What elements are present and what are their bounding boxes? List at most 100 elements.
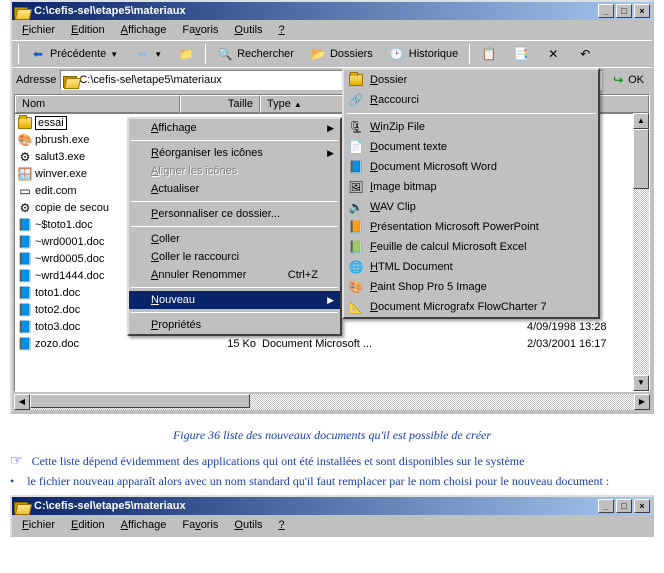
wav-icon: 🔊 bbox=[348, 199, 364, 215]
maximize-button[interactable]: □ bbox=[616, 499, 632, 513]
new-item[interactable]: 🔊WAV Clip bbox=[344, 197, 598, 217]
submenu-arrow-icon: ▶ bbox=[327, 295, 334, 306]
scroll-right-button[interactable]: ▶ bbox=[634, 394, 650, 410]
ctx-item[interactable]: Personnaliser ce dossier... bbox=[129, 205, 340, 223]
psp-icon: 🎨 bbox=[348, 279, 364, 295]
new-item-label: Dossier bbox=[370, 74, 407, 86]
move-to-button[interactable]: 📋 bbox=[474, 43, 504, 65]
ctx-item[interactable]: Affichage▶ bbox=[129, 119, 340, 137]
menu-outils[interactable]: Outils bbox=[228, 22, 268, 38]
file-type: Document Microsoft ... bbox=[262, 338, 527, 350]
scroll-thumb[interactable] bbox=[633, 129, 649, 189]
move-to-icon: 📋 bbox=[481, 46, 497, 62]
col-name[interactable]: Nom bbox=[15, 95, 180, 113]
minimize-button[interactable]: _ bbox=[598, 499, 614, 513]
new-item[interactable]: 🌐HTML Document bbox=[344, 257, 598, 277]
titlebar[interactable]: C:\cefis-sel\etape5\materiaux _ □ × bbox=[12, 2, 652, 20]
new-item[interactable]: 📘Document Microsoft Word bbox=[344, 157, 598, 177]
scroll-left-button[interactable]: ◀ bbox=[14, 394, 30, 410]
xls-icon: 📗 bbox=[348, 239, 364, 255]
folder-icon bbox=[17, 115, 33, 131]
scroll-up-button[interactable]: ▲ bbox=[633, 113, 649, 129]
scroll-thumb-h[interactable] bbox=[30, 394, 250, 408]
ctx-item[interactable]: Nouveau▶ bbox=[129, 291, 340, 309]
ctx-item[interactable]: Réorganiser les icônes▶ bbox=[129, 144, 340, 162]
new-item[interactable]: 🖼 Image bitmap bbox=[344, 177, 598, 197]
explorer-window-2: C:\cefis-sel\etape5\materiaux _ □ × Fich… bbox=[10, 495, 654, 537]
new-item[interactable]: 🎨Paint Shop Pro 5 Image bbox=[344, 277, 598, 297]
folder-open-icon bbox=[63, 72, 79, 88]
go-button[interactable]: ↪ OK bbox=[606, 72, 648, 88]
menu-edition[interactable]: Edition bbox=[65, 22, 111, 38]
forward-button[interactable]: ➡ ▼ bbox=[127, 43, 169, 65]
history-button[interactable]: 🕑 Historique bbox=[382, 43, 466, 65]
close-button[interactable]: × bbox=[634, 4, 650, 18]
undo-button[interactable]: ↶ bbox=[570, 43, 600, 65]
menu-help[interactable]: ? bbox=[273, 517, 291, 533]
new-item-label: Document texte bbox=[370, 141, 447, 153]
close-button[interactable]: × bbox=[634, 499, 650, 513]
bullet-icon: • bbox=[10, 474, 14, 488]
minimize-button[interactable]: _ bbox=[598, 4, 614, 18]
new-item[interactable]: 🔗Raccourci bbox=[344, 90, 598, 110]
new-item-label: Image bitmap bbox=[370, 181, 437, 193]
address-label: Adresse bbox=[16, 74, 56, 86]
new-item-label: Document Micrografx FlowCharter 7 bbox=[370, 301, 547, 313]
new-item[interactable]: 📄Document texte bbox=[344, 137, 598, 157]
menu-favoris[interactable]: Favoris bbox=[176, 517, 224, 533]
word-icon: 📘 bbox=[17, 234, 33, 250]
file-name: winver.exe bbox=[35, 168, 87, 180]
new-item[interactable]: Dossier bbox=[344, 70, 598, 90]
file-name: ~wrd0005.doc bbox=[35, 253, 104, 265]
go-label: OK bbox=[628, 74, 644, 86]
scroll-down-button[interactable]: ▼ bbox=[633, 375, 649, 391]
menu-edition[interactable]: Edition bbox=[65, 517, 111, 533]
new-item[interactable]: 📗Feuille de calcul Microsoft Excel bbox=[344, 237, 598, 257]
menu-affichage[interactable]: Affichage bbox=[115, 22, 173, 38]
menu-fichier[interactable]: Fichier bbox=[16, 22, 61, 38]
menu-outils[interactable]: Outils bbox=[228, 517, 268, 533]
file-name: zozo.doc bbox=[35, 338, 79, 350]
copy-to-button[interactable]: 📑 bbox=[506, 43, 536, 65]
ctx-item[interactable]: Coller bbox=[129, 230, 340, 248]
ctx-item[interactable]: Annuler RenommerCtrl+Z bbox=[129, 266, 340, 284]
search-label: Rechercher bbox=[237, 48, 294, 60]
new-item[interactable]: 🗜WinZip File bbox=[344, 117, 598, 137]
file-name: ~wrd1444.doc bbox=[35, 270, 104, 282]
menu-affichage[interactable]: Affichage bbox=[115, 517, 173, 533]
menu-help[interactable]: ? bbox=[273, 22, 291, 38]
menu-favoris[interactable]: Favoris bbox=[176, 22, 224, 38]
paint-icon: 🎨 bbox=[17, 132, 33, 148]
menu-fichier[interactable]: Fichier bbox=[16, 517, 61, 533]
file-date: 4/09/1998 13:28 bbox=[527, 321, 647, 333]
ctx-item[interactable]: Coller le raccourci bbox=[129, 248, 340, 266]
delete-button[interactable]: ✕ bbox=[538, 43, 568, 65]
search-button[interactable]: 🔍 Rechercher bbox=[210, 43, 301, 65]
horizontal-scrollbar[interactable]: ◀ ▶ bbox=[14, 394, 650, 410]
file-size: 15 Ko bbox=[182, 338, 262, 350]
new-item[interactable]: 📐Document Micrografx FlowCharter 7 bbox=[344, 297, 598, 317]
folder-up-icon: 📁 bbox=[178, 46, 194, 62]
maximize-button[interactable]: □ bbox=[616, 4, 632, 18]
bmp-icon: 🖼 bbox=[348, 179, 364, 195]
delete-icon: ✕ bbox=[545, 46, 561, 62]
file-name: salut3.exe bbox=[35, 151, 85, 163]
shortcut-icon: 🔗 bbox=[348, 92, 364, 108]
up-button[interactable]: 📁 bbox=[171, 43, 201, 65]
vertical-scrollbar[interactable]: ▲ ▼ bbox=[633, 113, 649, 391]
back-button[interactable]: ⬅ Précédente ▼ bbox=[23, 43, 125, 65]
file-row[interactable]: 📘zozo.doc15 KoDocument Microsoft ...2/03… bbox=[15, 335, 649, 352]
ctx-item[interactable]: Propriétés bbox=[129, 316, 340, 334]
new-item[interactable]: 📙Présentation Microsoft PowerPoint bbox=[344, 217, 598, 237]
chevron-down-icon: ▼ bbox=[110, 50, 118, 59]
menu-bar: Fichier Edition Affichage Favoris Outils… bbox=[12, 20, 652, 40]
note1-text: Cette liste dépend évidemment des applic… bbox=[32, 454, 525, 468]
file-name: toto3.doc bbox=[35, 321, 80, 333]
col-size[interactable]: Taille bbox=[180, 95, 260, 113]
titlebar[interactable]: C:\cefis-sel\etape5\materiaux _ □ × bbox=[12, 497, 652, 515]
ctx-item[interactable]: Actualiser bbox=[129, 180, 340, 198]
folders-button[interactable]: 📂 Dossiers bbox=[303, 43, 380, 65]
file-date: 2/03/2001 16:17 bbox=[527, 338, 647, 350]
new-item-label: Document Microsoft Word bbox=[370, 161, 497, 173]
back-label: Précédente bbox=[50, 48, 106, 60]
